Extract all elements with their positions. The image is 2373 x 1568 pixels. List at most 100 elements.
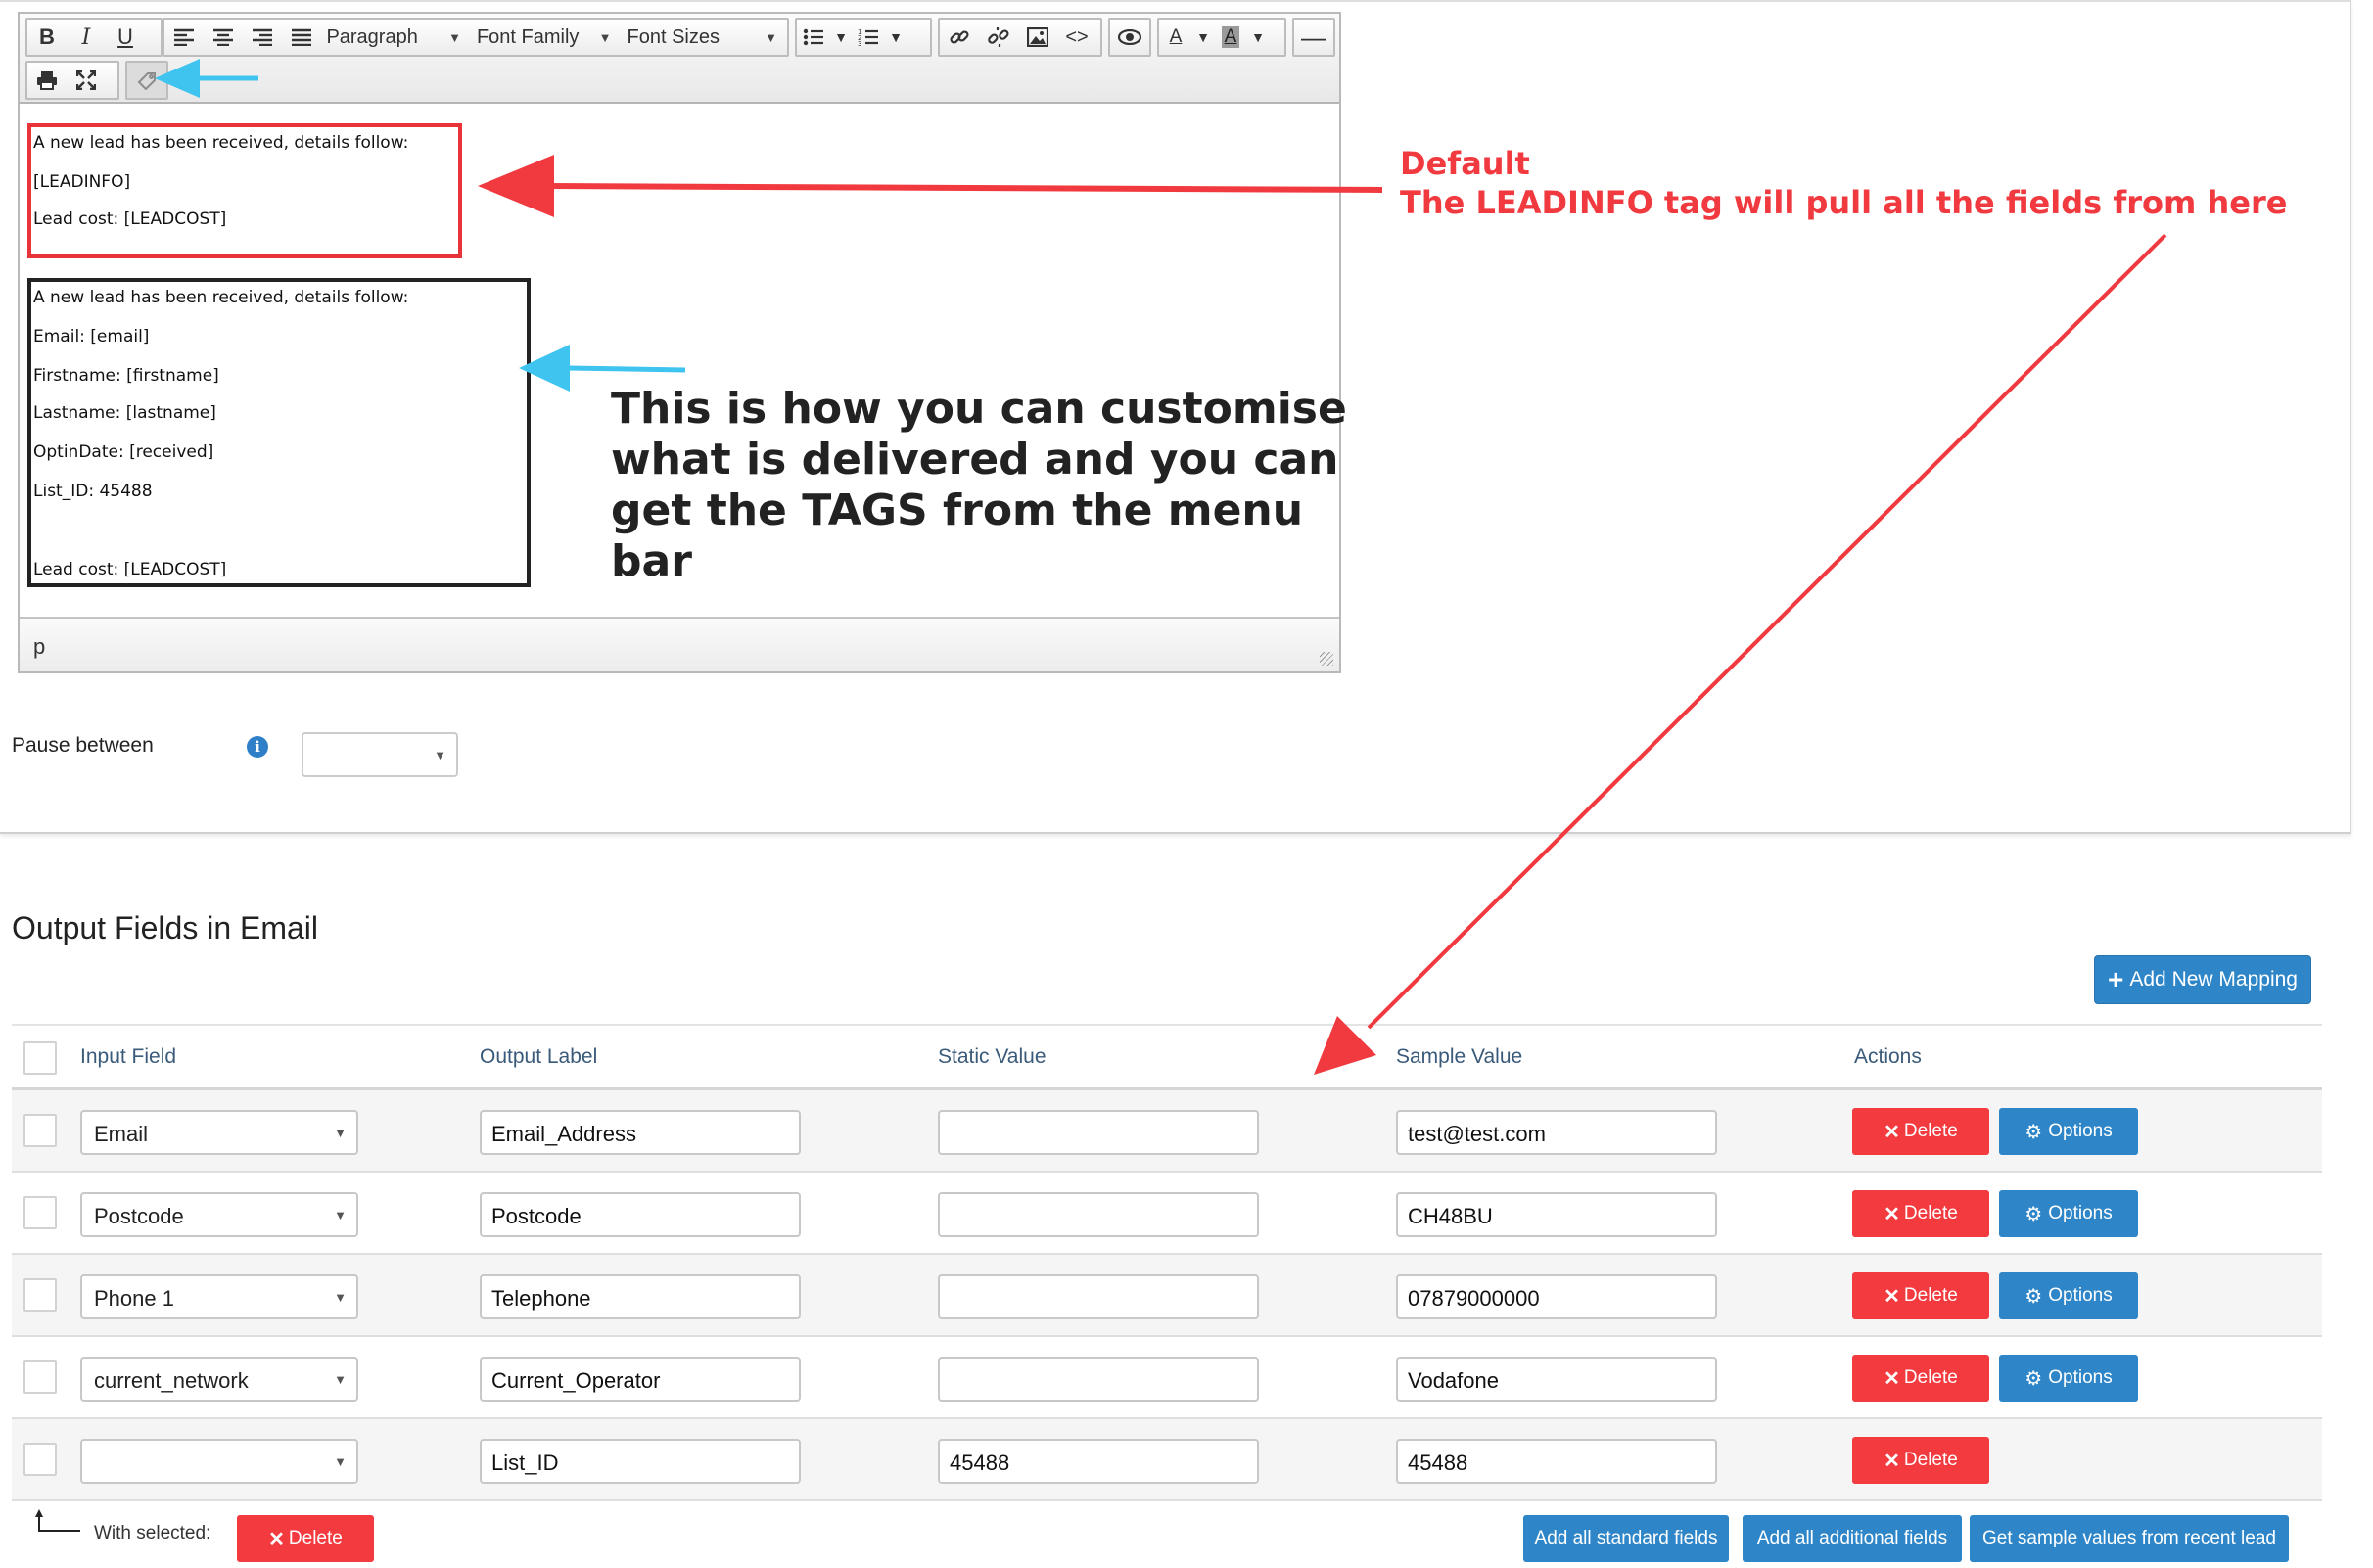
insert-group: <>: [938, 18, 1102, 57]
font-sizes-dropdown-label: Font Sizes: [627, 25, 720, 48]
delete-button[interactable]: ✕ Delete: [1852, 1108, 1989, 1155]
delete-button[interactable]: ✕ Delete: [1852, 1437, 1989, 1484]
delete-button[interactable]: ✕ Delete: [1852, 1272, 1989, 1319]
sample-value-input[interactable]: test@test.com: [1396, 1110, 1717, 1155]
input-field-select[interactable]: Phone 1 ▼: [80, 1274, 358, 1319]
chevron-down-icon[interactable]: ▼: [1247, 20, 1269, 55]
align-style-group: Paragraph ▼ Font Family ▼ Font Sizes ▼: [163, 18, 789, 57]
background-color-icon[interactable]: A: [1214, 20, 1247, 55]
input-field-select[interactable]: Email ▼: [80, 1110, 358, 1155]
chevron-down-icon[interactable]: ▼: [1192, 20, 1214, 55]
align-left-icon[interactable]: [164, 20, 204, 55]
code-icon[interactable]: <>: [1057, 20, 1096, 55]
preview-icon[interactable]: [1110, 20, 1149, 55]
output-label-input[interactable]: Postcode: [480, 1192, 801, 1237]
font-sizes-dropdown[interactable]: Font Sizes ▼: [622, 20, 787, 55]
row-checkbox[interactable]: [23, 1443, 57, 1476]
bullet-list-icon[interactable]: [797, 20, 830, 55]
panel-top-border: [0, 0, 2350, 6]
input-field-select[interactable]: current_network ▼: [80, 1357, 358, 1402]
delete-selected-button[interactable]: ✕ Delete: [237, 1515, 374, 1562]
options-button[interactable]: ⚙ Options: [1999, 1355, 2138, 1402]
options-button[interactable]: ⚙ Options: [1999, 1190, 2138, 1237]
delete-label: Delete: [1903, 1450, 1958, 1470]
custom-line-optindate: OptinDate: [received]: [33, 442, 214, 462]
get-sample-values-button[interactable]: Get sample values from recent lead: [1970, 1515, 2289, 1562]
input-field-value: current_network: [94, 1368, 249, 1393]
print-icon[interactable]: [27, 63, 67, 98]
output-label-input[interactable]: List_ID: [480, 1439, 801, 1484]
output-label-input[interactable]: Telephone: [480, 1274, 801, 1319]
chevron-down-icon[interactable]: ▼: [830, 20, 852, 55]
static-value-input[interactable]: 45488: [938, 1439, 1259, 1484]
image-icon[interactable]: [1018, 20, 1057, 55]
tags-group: [125, 61, 168, 100]
add-additional-fields-button[interactable]: Add all additional fields: [1743, 1515, 1962, 1562]
bold-icon[interactable]: B: [27, 20, 67, 55]
delete-button[interactable]: ✕ Delete: [1852, 1355, 1989, 1402]
sample-value-input[interactable]: Vodafone: [1396, 1357, 1717, 1402]
add-standard-fields-button[interactable]: Add all standard fields: [1523, 1515, 1729, 1562]
info-icon[interactable]: i: [247, 736, 268, 758]
italic-icon[interactable]: I: [67, 20, 106, 55]
plus-icon: +: [2108, 964, 2124, 994]
sample-value-input[interactable]: 45488: [1396, 1439, 1717, 1484]
table-row: ▼ List_ID 45488 45488 ✕ Delete: [12, 1419, 2322, 1501]
sample-value-input[interactable]: 07879000000: [1396, 1274, 1717, 1319]
preview-group: [1108, 18, 1151, 57]
text-color-icon[interactable]: A: [1159, 20, 1192, 55]
horizontal-rule-icon[interactable]: —: [1294, 20, 1333, 55]
chevron-down-icon: ▼: [448, 29, 461, 45]
resize-handle-icon[interactable]: [1320, 652, 1333, 666]
output-label-input[interactable]: Current_Operator: [480, 1357, 801, 1402]
options-button[interactable]: ⚙ Options: [1999, 1108, 2138, 1155]
sample-value-input[interactable]: CH48BU: [1396, 1192, 1717, 1237]
element-path[interactable]: p: [33, 634, 45, 659]
tag-icon[interactable]: [127, 63, 166, 98]
static-value-input[interactable]: [938, 1110, 1259, 1155]
input-field-select[interactable]: Postcode ▼: [80, 1192, 358, 1237]
output-label-input[interactable]: Email_Address: [480, 1110, 801, 1155]
row-checkbox[interactable]: [23, 1360, 57, 1394]
input-field-select[interactable]: ▼: [80, 1439, 358, 1484]
header-static-value: Static Value: [938, 1045, 1047, 1068]
delete-label: Delete: [1903, 1121, 1958, 1141]
close-icon: ✕: [1884, 1203, 1900, 1225]
pause-between-select[interactable]: ▼: [302, 732, 458, 777]
row-checkbox[interactable]: [23, 1114, 57, 1147]
table-row: Postcode ▼ Postcode CH48BU ✕ Delete ⚙ Optio…: [12, 1173, 2322, 1255]
static-value-input[interactable]: [938, 1357, 1259, 1402]
row-checkbox[interactable]: [23, 1278, 57, 1312]
delete-label: Delete: [1903, 1285, 1958, 1306]
align-center-icon[interactable]: [204, 20, 243, 55]
align-right-icon[interactable]: [243, 20, 282, 55]
add-new-mapping-button[interactable]: + Add New Mapping: [2094, 955, 2311, 1004]
static-value-input[interactable]: [938, 1192, 1259, 1237]
chevron-down-icon[interactable]: ▼: [885, 20, 907, 55]
custom-line-listid: List_ID: 45488: [33, 482, 153, 501]
paragraph-dropdown[interactable]: Paragraph ▼: [320, 20, 471, 55]
static-value-input[interactable]: [938, 1274, 1259, 1319]
justify-icon[interactable]: [282, 20, 321, 55]
fullscreen-icon[interactable]: [67, 63, 106, 98]
header-actions: Actions: [1854, 1045, 1922, 1068]
gear-icon: ⚙: [2024, 1285, 2043, 1308]
numbered-list-icon[interactable]: 123: [852, 20, 885, 55]
underline-icon[interactable]: U: [106, 20, 145, 55]
select-all-checkbox[interactable]: [23, 1041, 57, 1075]
header-sample-value: Sample Value: [1396, 1045, 1523, 1068]
unlink-icon[interactable]: [979, 20, 1018, 55]
delete-button[interactable]: ✕ Delete: [1852, 1190, 1989, 1237]
row-checkbox[interactable]: [23, 1196, 57, 1229]
header-output-label: Output Label: [480, 1045, 598, 1068]
close-icon: ✕: [1884, 1285, 1900, 1308]
annotation-custom-line3: get the TAGS from the menu bar: [611, 485, 1304, 586]
chevron-down-icon: ▼: [334, 1208, 347, 1222]
options-button[interactable]: ⚙ Options: [1999, 1272, 2138, 1319]
link-icon[interactable]: [940, 20, 979, 55]
gear-icon: ⚙: [2024, 1203, 2043, 1225]
font-family-dropdown[interactable]: Font Family ▼: [471, 20, 622, 55]
options-label: Options: [2048, 1367, 2113, 1388]
options-label: Options: [2048, 1121, 2113, 1141]
paragraph-dropdown-label: Paragraph: [326, 25, 418, 48]
